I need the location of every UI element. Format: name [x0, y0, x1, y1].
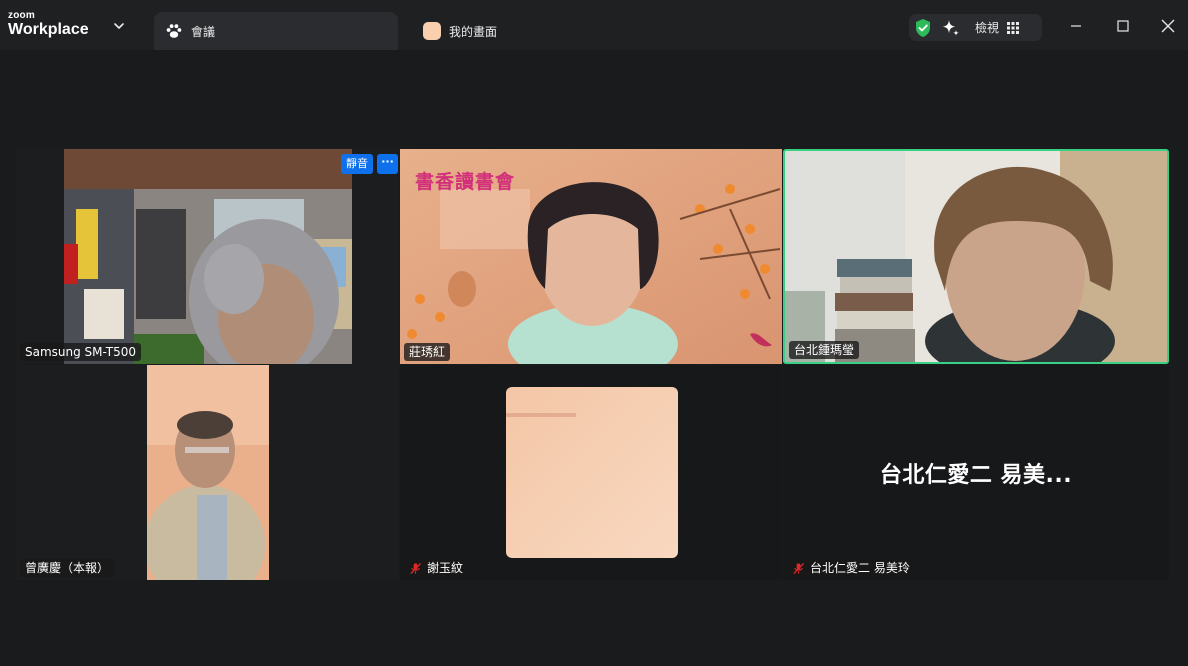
toolbar-cluster: 檢視: [909, 14, 1042, 41]
grid-icon[interactable]: [1007, 21, 1020, 34]
participant-video: [506, 387, 678, 558]
participant-name-text: Samsung SM-T500: [25, 345, 136, 359]
brand-top-text: zoom: [8, 10, 35, 21]
participant-name: 台北仁愛二 易美玲: [787, 559, 915, 577]
tab-label: 會議: [191, 24, 216, 39]
shield-check-icon[interactable]: [914, 18, 932, 38]
participant-tile[interactable]: 書香讀書會 莊琇紅: [400, 149, 782, 364]
tab-my-screen[interactable]: 我的畫面: [411, 12, 651, 50]
participant-video: [785, 151, 1167, 362]
participant-tile[interactable]: 謝玉紋: [400, 365, 782, 580]
home-swatch-icon: [423, 22, 441, 40]
tab-label: 我的畫面: [449, 24, 498, 39]
close-icon[interactable]: [1158, 16, 1178, 36]
zoom-workplace-logo[interactable]: zoom Workplace: [8, 11, 89, 39]
participant-name: 台北鍾瑪瑩: [789, 341, 860, 359]
participant-name: Samsung SM-T500: [20, 343, 141, 361]
active-speaker-tile[interactable]: 台北鍾瑪瑩: [783, 149, 1169, 364]
participant-video: [147, 365, 269, 580]
participant-tile[interactable]: 台北仁愛二 易美... 台北仁愛二 易美玲: [783, 365, 1169, 580]
sparkle-icon[interactable]: [941, 18, 961, 38]
participant-name-text: 台北仁愛二 易美玲: [810, 561, 910, 575]
participant-name-text: 台北鍾瑪瑩: [794, 343, 855, 357]
participant-tile[interactable]: 靜音 ··· Samsung SM-T500: [16, 149, 399, 364]
view-button-label[interactable]: 檢視: [975, 19, 999, 36]
participant-name: 曾廣慶（本報）: [20, 559, 115, 577]
participant-name-text: 莊琇紅: [409, 345, 446, 359]
participant-video: [64, 149, 352, 364]
participant-name-text: 謝玉紋: [427, 561, 464, 575]
participant-name: 莊琇紅: [404, 343, 451, 361]
chevron-down-icon[interactable]: [113, 20, 125, 32]
tab-meetings[interactable]: 會議: [154, 12, 398, 50]
maximize-icon[interactable]: [1113, 16, 1133, 36]
more-options-button[interactable]: ···: [377, 154, 398, 174]
participant-name-text: 曾廣慶（本報）: [25, 561, 110, 575]
minimize-icon[interactable]: [1066, 16, 1086, 36]
paw-icon: [166, 24, 182, 38]
microphone-muted-icon: [410, 562, 422, 574]
brand-bottom-text: Workplace: [8, 21, 89, 38]
microphone-muted-icon: [793, 562, 805, 574]
background-logo-text: 書香讀書會: [415, 171, 516, 193]
mute-participant-button[interactable]: 靜音: [341, 154, 373, 174]
participant-tile[interactable]: 曾廣慶（本報）: [16, 365, 399, 580]
title-bar: zoom Workplace 會議 我的畫面 檢視: [0, 0, 1188, 50]
participant-display-name: 台北仁愛二 易美...: [879, 462, 1073, 488]
participant-name: 謝玉紋: [404, 559, 469, 577]
